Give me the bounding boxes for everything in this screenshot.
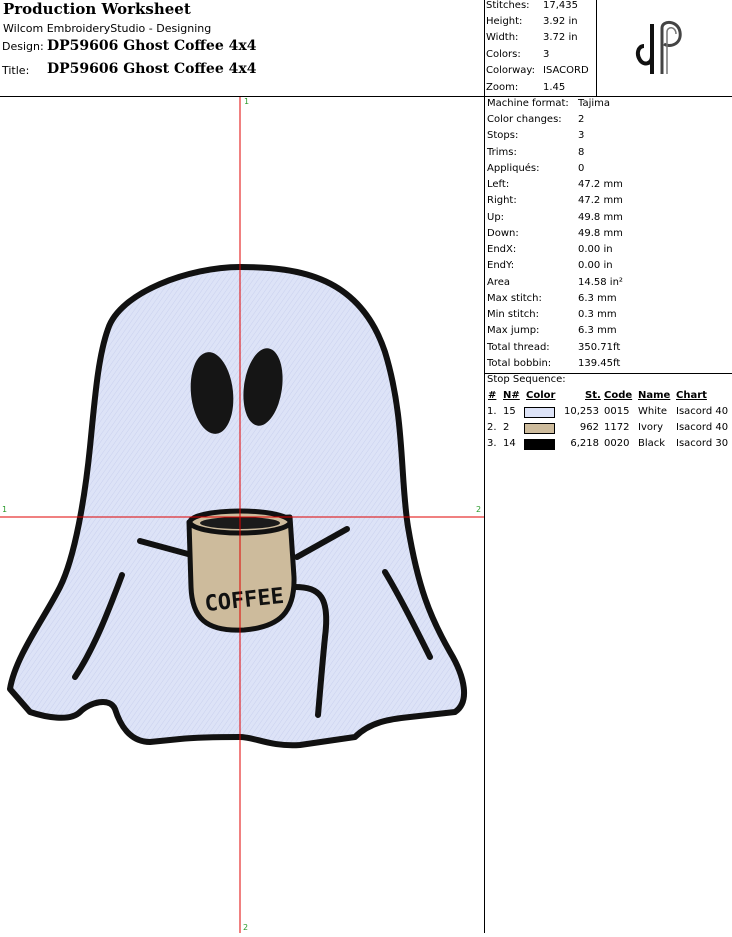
detail-value: 0.00 in [578, 260, 613, 271]
detail-value: 350.71ft [578, 342, 621, 353]
col-header-needle: N# [503, 390, 520, 401]
detail-label: Total thread: [487, 342, 550, 353]
row-chart: Isacord 40 [676, 406, 729, 417]
worksheet-title: Production Worksheet [3, 0, 191, 18]
summary-label: Width: [486, 32, 519, 43]
row-name: Black [638, 438, 666, 449]
color-swatch [524, 407, 555, 418]
row-code: 0020 [604, 438, 630, 449]
axis-label-left: 1 [2, 505, 8, 514]
row-stitches: 10,253 [564, 406, 599, 417]
detail-label: Area [487, 277, 511, 288]
summary-value: 1.45 [543, 82, 566, 93]
detail-value: 47.2 mm [578, 195, 623, 206]
detail-label: Stops: [487, 130, 519, 141]
detail-value: 139.45ft [578, 358, 621, 369]
row-code: 0015 [604, 406, 630, 417]
detail-label: Min stitch: [487, 309, 539, 320]
color-swatch [524, 439, 555, 450]
axis-label-top: 1 [244, 97, 250, 106]
title-label: Title: [2, 64, 30, 77]
detail-label: EndX: [487, 244, 517, 255]
detail-value: 6.3 mm [578, 293, 617, 304]
row-needle: 2 [503, 422, 510, 433]
row-needle: 15 [503, 406, 516, 417]
summary-label: Height: [486, 16, 523, 27]
summary-value: 3.92 in [543, 16, 578, 27]
summary-label: Zoom: [486, 82, 519, 93]
col-header-color: Color [526, 390, 556, 401]
row-chart: Isacord 40 [676, 422, 729, 433]
col-header-chart: Chart [676, 390, 707, 401]
row-stitches: 6,218 [570, 438, 599, 449]
axis-label-right: 2 [476, 505, 482, 514]
detail-label: Machine format: [487, 98, 569, 109]
summary-value: 17,435 [543, 0, 578, 11]
row-code: 1172 [604, 422, 630, 433]
detail-label: Trims: [487, 147, 517, 158]
summary-label: Stitches: [486, 0, 530, 11]
col-header-stitches: St. [585, 390, 601, 401]
row-num: 3. [487, 438, 497, 449]
detail-value: 0 [578, 163, 585, 174]
detail-label: Total bobbin: [487, 358, 552, 369]
col-header-code: Code [604, 390, 633, 401]
detail-label: Down: [487, 228, 519, 239]
row-num: 1. [487, 406, 497, 417]
detail-value: 0.3 mm [578, 309, 617, 320]
row-needle: 14 [503, 438, 516, 449]
brand-logo [630, 10, 700, 84]
detail-label: Left: [487, 179, 510, 190]
summary-label: Colors: [486, 49, 521, 60]
summary-value: 3 [543, 49, 550, 60]
logo-divider [596, 0, 597, 96]
design-name: DP59606 Ghost Coffee 4x4 [47, 38, 257, 54]
col-header-num: # [488, 390, 497, 401]
design-label: Design: [2, 40, 44, 53]
row-stitches: 962 [579, 422, 599, 433]
detail-label: Color changes: [487, 114, 562, 125]
summary-value: 3.72 in [543, 32, 578, 43]
detail-label: EndY: [487, 260, 515, 271]
detail-value: 49.8 mm [578, 212, 623, 223]
summary-label: Colorway: [486, 65, 535, 76]
axis-label-bottom: 2 [243, 923, 249, 932]
detail-label: Right: [487, 195, 517, 206]
detail-label: Max jump: [487, 325, 540, 336]
title-name: DP59606 Ghost Coffee 4x4 [47, 61, 257, 77]
detail-value: 0.00 in [578, 244, 613, 255]
stop-sequence-title: Stop Sequence: [487, 374, 566, 385]
detail-label: Max stitch: [487, 293, 542, 304]
row-name: White [638, 406, 668, 417]
software-name: Wilcom EmbroideryStudio - Designing [3, 22, 212, 35]
ghost-coffee-design: COFFEE [0, 97, 484, 933]
row-chart: Isacord 30 [676, 438, 729, 449]
detail-value: 8 [578, 147, 585, 158]
detail-value: 2 [578, 114, 585, 125]
detail-label: Appliqués: [487, 163, 540, 174]
row-name: Ivory [638, 422, 664, 433]
row-num: 2. [487, 422, 497, 433]
col-header-name: Name [638, 390, 671, 401]
detail-value: 49.8 mm [578, 228, 623, 239]
detail-value: 3 [578, 130, 585, 141]
summary-value: ISACORD [543, 65, 589, 76]
color-swatch [524, 423, 555, 434]
detail-value: Tajima [578, 98, 611, 109]
detail-value: 6.3 mm [578, 325, 617, 336]
design-canvas: COFFEE [0, 97, 485, 933]
detail-value: 47.2 mm [578, 179, 623, 190]
detail-value: 14.58 in² [578, 277, 623, 288]
detail-label: Up: [487, 212, 505, 223]
